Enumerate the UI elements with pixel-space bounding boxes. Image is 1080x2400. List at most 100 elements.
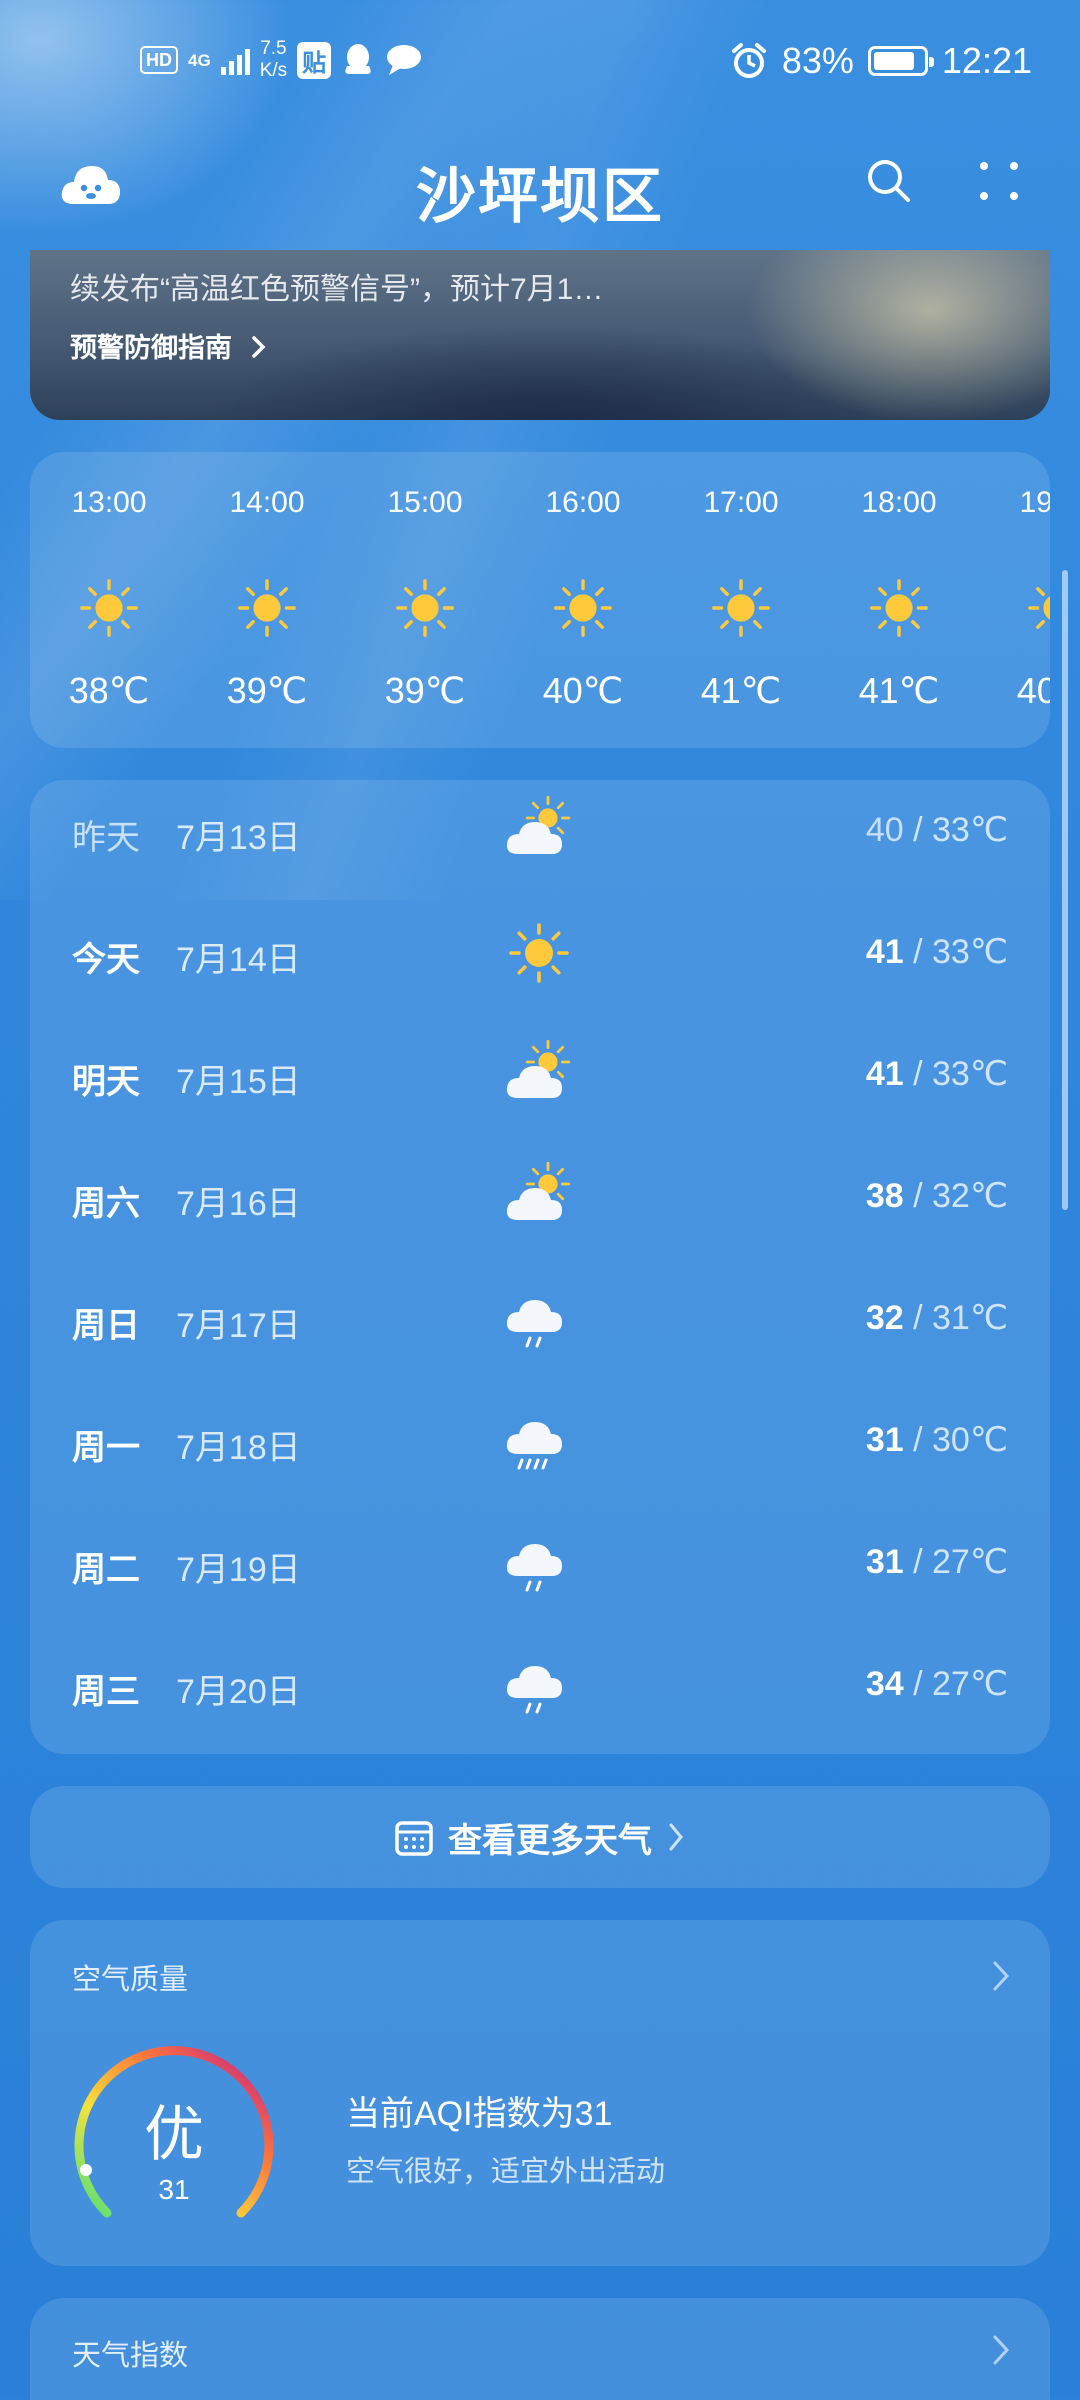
day-name: 周六 (72, 1185, 140, 1223)
day-high: 40 (865, 811, 904, 849)
sun-icon (1023, 574, 1050, 642)
daily-forecast: 昨天 7月13日 40 / 33℃ 今天 7月14日 41 / 33℃ 明天 7月15日 41 … (30, 780, 1050, 1754)
aqi-level: 优 (144, 2101, 204, 2168)
sun-rays-decoration (0, 0, 1080, 900)
more-weather-label: 查看更多天气 (448, 1821, 652, 1860)
day-temp-range: 41 / 33℃ (866, 1054, 1008, 1094)
day-temp-range: 38 / 32℃ (866, 1176, 1008, 1216)
clock-time: 12:21 (941, 40, 1032, 81)
hourly-temp: 40℃ (1016, 670, 1050, 711)
hourly-temp: 38℃ (68, 670, 150, 711)
day-date: 7月13日 (176, 819, 301, 857)
daily-row[interactable]: 周一 7月18日 31 / 30℃ (30, 1402, 1050, 1482)
chevron-right-icon (669, 1823, 683, 1851)
day-temp-range: 41 / 33℃ (866, 932, 1008, 972)
hourly-time: 15:00 (387, 486, 463, 519)
day-high: 32 (865, 1299, 904, 1337)
more-menu-icon[interactable] (976, 158, 1022, 204)
hourly-item: 13:00 38℃ (30, 452, 188, 748)
hourly-item: 16:00 40℃ (504, 452, 662, 748)
daily-row[interactable]: 周二 7月19日 31 / 27℃ (30, 1524, 1050, 1604)
day-temp-range: 31 / 30℃ (866, 1420, 1008, 1460)
more-weather-button[interactable]: 查看更多天气 (30, 1786, 1050, 1888)
day-date: 7月14日 (176, 941, 301, 979)
light-rain-icon (504, 1650, 574, 1720)
hourly-item: 15:00 39℃ (346, 452, 504, 748)
chevron-right-icon (993, 2335, 1010, 2365)
day-date: 7月16日 (176, 1185, 301, 1223)
daily-row[interactable]: 昨天 7月13日 40 / 33℃ (30, 792, 1050, 872)
daily-row[interactable]: 明天 7月15日 41 / 33℃ (30, 1036, 1050, 1116)
day-low: / 27℃ (903, 1665, 1008, 1703)
battery-icon (867, 46, 934, 76)
day-low: / 31℃ (903, 1299, 1008, 1337)
aqi-title: 空气质量 (72, 1964, 189, 1996)
aqi-advice: 空气很好，适宜外出活动 (346, 2156, 666, 2188)
hourly-time: 16:00 (545, 486, 621, 519)
daily-row[interactable]: 今天 7月14日 41 / 33℃ (30, 914, 1050, 994)
day-date: 7月18日 (176, 1429, 301, 1467)
light-rain-icon (504, 1284, 574, 1354)
sun-icon (391, 574, 459, 642)
day-temp-range: 34 / 27℃ (866, 1664, 1008, 1704)
partly-cloudy-icon (504, 1039, 574, 1110)
alert-guide-link[interactable]: 预警防御指南 (70, 326, 270, 365)
app-header: 沙坪坝区 (0, 140, 1080, 240)
daily-row[interactable]: 周日 7月17日 32 / 31℃ (30, 1280, 1050, 1360)
day-name: 昨天 (72, 819, 140, 857)
day-low: / 33℃ (903, 1055, 1008, 1093)
page-title: 沙坪坝区 (416, 163, 664, 230)
search-icon[interactable] (864, 156, 914, 206)
hourly-forecast[interactable]: 13:00 38℃ 14:00 39℃ 15:00 39℃ 16:00 40℃ 17:00 41℃… (30, 452, 1050, 748)
network-speed: 7.5 K/s (260, 38, 287, 82)
network-type: 4G (188, 50, 211, 70)
day-temp-range: 32 / 31℃ (866, 1298, 1008, 1338)
tieba-icon: 贴 (297, 41, 332, 79)
aqi-summary: 当前AQI指数为31 (346, 2095, 613, 2133)
day-date: 7月20日 (176, 1673, 301, 1711)
hourly-time: 17:00 (703, 486, 779, 519)
calendar-icon (395, 1821, 433, 1856)
heavy-rain-icon (504, 1406, 574, 1476)
weather-alert-banner[interactable]: 续发布“高温红色预警信号”，预计7月1… 预警防御指南 (30, 250, 1050, 420)
alarm-icon (731, 43, 766, 78)
hourly-temp: 41℃ (700, 670, 782, 711)
sun-icon (504, 918, 574, 988)
day-high: 41 (865, 933, 904, 971)
daily-row[interactable]: 周六 7月16日 38 / 32℃ (30, 1158, 1050, 1238)
message-icon (387, 45, 422, 75)
hd-badge: HD (140, 46, 178, 74)
day-name: 周日 (72, 1307, 140, 1345)
hourly-time: 14:00 (229, 486, 305, 519)
weather-index-title: 天气指数 (72, 2340, 189, 2372)
sun-icon (233, 574, 301, 642)
alert-guide-label: 预警防御指南 (70, 333, 232, 363)
partly-cloudy-icon (504, 1161, 574, 1232)
qq-icon (345, 44, 371, 74)
chevron-right-icon (251, 336, 265, 358)
sun-icon (75, 574, 143, 642)
alert-text: 续发布“高温红色预警信号”，预计7月1… (70, 273, 604, 306)
day-high: 31 (865, 1543, 904, 1581)
day-high: 41 (865, 1055, 904, 1093)
day-high: 31 (865, 1421, 904, 1459)
signal-icon (220, 45, 250, 75)
daily-row[interactable]: 周三 7月20日 34 / 27℃ (30, 1646, 1050, 1726)
aqi-value: 31 (158, 2174, 190, 2205)
hourly-item: 17:00 41℃ (662, 452, 820, 748)
day-name: 周三 (72, 1673, 140, 1711)
scrollbar[interactable] (1062, 570, 1068, 1210)
hourly-temp: 41℃ (858, 670, 940, 711)
day-date: 7月17日 (176, 1307, 301, 1345)
day-low: / 30℃ (903, 1421, 1008, 1459)
chevron-right-icon (993, 1961, 1010, 1991)
battery-percent: 83% (781, 40, 854, 81)
air-quality-card[interactable]: 空气质量 优 31 当前AQI指数为31 空气很好，适宜外出活动 (30, 1920, 1050, 2266)
day-date: 7月19日 (176, 1551, 301, 1589)
hourly-time: 18:00 (861, 486, 937, 519)
hourly-temp: 39℃ (384, 670, 466, 711)
partly-cloudy-icon (504, 795, 574, 866)
weather-index-card[interactable]: 天气指数 (30, 2298, 1050, 2400)
hourly-time: 19:00 (1019, 486, 1050, 519)
day-date: 7月15日 (176, 1063, 301, 1101)
